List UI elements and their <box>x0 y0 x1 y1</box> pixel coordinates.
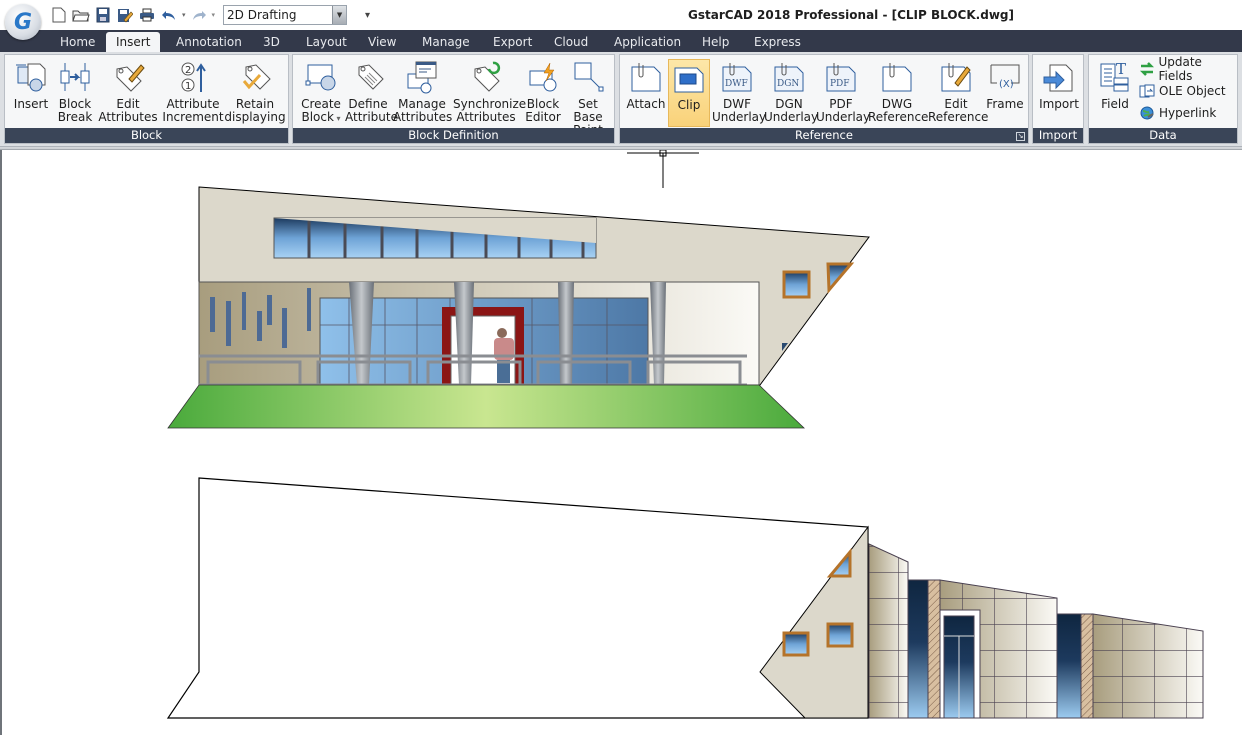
insert-block-icon <box>16 63 46 92</box>
dwf-file-icon: DWF <box>722 63 752 92</box>
panel-title-block: Block <box>5 128 288 143</box>
import-arrow-icon <box>1043 64 1073 92</box>
drawing-canvas[interactable] <box>0 149 1242 735</box>
tab-view[interactable]: View <box>358 32 406 52</box>
import-button[interactable]: Import <box>1036 59 1082 127</box>
pdf-underlay-button[interactable]: PDF PDF Underlay <box>816 59 870 127</box>
panel-import: Import Import <box>1032 54 1084 144</box>
create-block-icon <box>305 64 336 91</box>
tab-annotation[interactable]: Annotation <box>166 32 252 52</box>
svg-text:T: T <box>1116 60 1126 78</box>
insert-button[interactable]: Insert <box>9 59 53 127</box>
tab-layout[interactable]: Layout <box>296 32 357 52</box>
tab-express[interactable]: Express <box>744 32 811 52</box>
dwf-underlay-button[interactable]: DWF DWF Underlay <box>712 59 766 127</box>
field-button[interactable]: T Field <box>1093 59 1137 127</box>
hyperlink-button[interactable]: Hyperlink <box>1139 103 1216 123</box>
edit-reference-button[interactable]: Edit Reference <box>928 59 988 127</box>
frame-icon: (X) <box>990 64 1020 90</box>
tag-pencil-icon <box>116 64 145 92</box>
ole-object-icon <box>1139 84 1155 98</box>
tag-sync-icon <box>474 61 501 92</box>
svg-text:2: 2 <box>185 65 191 76</box>
clerestory-windows <box>273 217 597 259</box>
manage-attributes-button[interactable]: Manage Attributes <box>393 59 452 127</box>
tag-icon <box>358 64 384 90</box>
svg-text:DGN: DGN <box>777 79 799 89</box>
tab-export[interactable]: Export <box>483 32 542 52</box>
panel-reference: Attach Clip DWF DWF Underlay DGN DGN Und… <box>619 54 1029 144</box>
svg-text:PDF: PDF <box>830 79 850 89</box>
building-block-full[interactable] <box>167 186 870 429</box>
attach-button[interactable]: Attach <box>624 59 668 127</box>
panel-block-definition: Create Block Define Attribute Manage Att… <box>292 54 615 144</box>
increment-numbers-icon: 21 <box>181 62 206 92</box>
update-fields-button[interactable]: Update Fields <box>1139 55 1237 83</box>
tag-check-icon <box>242 64 271 90</box>
tab-home[interactable]: Home <box>50 32 105 52</box>
panel-title-import: Import <box>1033 128 1083 143</box>
crosshair-cursor <box>627 149 699 188</box>
create-block-button[interactable]: Create Block <box>297 59 345 127</box>
edit-attributes-button[interactable]: Edit Attributes <box>97 59 159 127</box>
tab-help[interactable]: Help <box>692 32 739 52</box>
tab-cloud[interactable]: Cloud <box>544 32 598 52</box>
block-break-button[interactable]: Block Break <box>53 59 97 127</box>
svg-text:DWF: DWF <box>725 79 748 89</box>
retain-displaying-button[interactable]: Retain displaying <box>224 59 286 127</box>
dgn-file-icon: DGN <box>774 63 804 92</box>
dwg-file-icon <box>882 63 912 92</box>
panel-data: T Field Update Fields OLE Object Hyperli… <box>1088 54 1238 144</box>
tab-insert[interactable]: Insert <box>106 32 161 52</box>
attribute-increment-button[interactable]: 21 Attribute Increment <box>162 59 224 127</box>
synchronize-attributes-button[interactable]: Synchronize Attributes <box>453 59 526 127</box>
panel-title-block-definition: Block Definition <box>293 128 614 143</box>
tab-3d[interactable]: 3D <box>253 32 290 52</box>
panel-block: Insert Block Break Edit Attributes 21 At… <box>4 54 289 144</box>
ribbon-tabs: Home Insert Annotation 3D Layout View Ma… <box>0 30 1242 52</box>
block-editor-icon <box>529 62 557 92</box>
svg-text:1: 1 <box>185 81 191 92</box>
window-title: GstarCAD 2018 Professional - [CLIP BLOCK… <box>688 8 1014 22</box>
app-menu-button[interactable]: G <box>5 4 41 40</box>
title-bar: G ▾ ▾ 2D Drafting ▼ ▾ GstarCAD 2018 Profe… <box>0 0 1242 40</box>
tab-application[interactable]: Application <box>604 32 691 52</box>
svg-text:(X): (X) <box>999 79 1014 90</box>
ribbon: Insert Block Break Edit Attributes 21 At… <box>0 52 1242 146</box>
field-icon: T <box>1100 60 1129 92</box>
define-attribute-button[interactable]: Define Attribute <box>345 59 398 127</box>
dwg-reference-button[interactable]: DWG Reference <box>868 59 928 127</box>
frame-button[interactable]: (X) Frame <box>984 59 1026 127</box>
block-break-icon <box>60 63 90 91</box>
set-base-point-button[interactable]: Set Base Point <box>565 59 611 137</box>
panel-title-reference: Reference <box>620 128 1028 143</box>
update-fields-icon <box>1139 62 1155 76</box>
drawing-svg <box>166 149 1204 719</box>
tab-manage[interactable]: Manage <box>412 32 480 52</box>
block-editor-button[interactable]: Block Editor <box>521 59 565 127</box>
clip-button[interactable]: Clip <box>668 59 710 127</box>
app-logo-icon: G <box>13 9 33 35</box>
clip-icon <box>674 67 704 93</box>
lawn <box>167 384 805 429</box>
edit-reference-icon <box>941 63 971 92</box>
reference-settings-launcher-icon[interactable]: ↘ <box>1016 132 1025 141</box>
dgn-underlay-button[interactable]: DGN DGN Underlay <box>764 59 818 127</box>
building-block-clipped[interactable] <box>166 477 1204 719</box>
pdf-file-icon: PDF <box>826 63 856 92</box>
base-point-icon <box>574 62 604 92</box>
manage-attributes-icon <box>407 61 437 94</box>
ole-object-button[interactable]: OLE Object <box>1139 81 1226 101</box>
panel-title-data: Data <box>1089 128 1237 143</box>
hyperlink-globe-icon <box>1140 106 1154 120</box>
paperclip-doc-icon <box>631 63 661 92</box>
